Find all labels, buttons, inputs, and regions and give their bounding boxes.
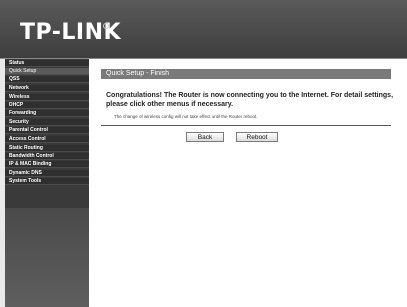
sidebar-filler [5, 208, 89, 307]
sidebar-item-parental-control[interactable]: Parental Control [5, 127, 89, 134]
section-divider [101, 125, 391, 126]
sidebar-item-security[interactable]: Security [5, 119, 89, 126]
sidebar-item-network[interactable]: Network [5, 85, 89, 92]
sidebar-item-dynamic-dns[interactable]: Dynamic DNS [5, 170, 89, 177]
sidebar-item-forwarding[interactable]: Forwarding [5, 110, 89, 117]
congratulations-message: Congratulations! The Router is now conne… [106, 92, 394, 108]
sidebar-item-bandwidth-control[interactable]: Bandwidth Control [5, 153, 89, 160]
sidebar-item-status[interactable]: Status [5, 60, 89, 67]
page-title: Quick Setup - Finish [106, 70, 170, 77]
sidebar-item-wireless[interactable]: Wireless [5, 94, 89, 101]
reboot-button[interactable]: Reboot [236, 132, 278, 142]
sidebar-item-static-routing[interactable]: Static Routing [5, 145, 89, 152]
sidebar-item-dhcp[interactable]: DHCP [5, 102, 89, 109]
sidebar-item-system-tools[interactable]: System Tools [5, 178, 89, 185]
registered-mark-icon [103, 23, 109, 29]
sidebar-item-qss[interactable]: QSS [5, 76, 89, 83]
back-button[interactable]: Back [186, 132, 224, 142]
sidebar-item-ip-mac-binding[interactable]: IP & MAC Binding [5, 161, 89, 168]
sidebar-item-access-control[interactable]: Access Control [5, 136, 89, 143]
reboot-note: The change of wireless config will not t… [114, 114, 258, 119]
header: TP-LINK [0, 0, 407, 58]
sidebar-item-quick-setup[interactable]: Quick Setup [5, 68, 89, 75]
sidebar: Status Quick Setup QSS Network Wireless … [5, 59, 89, 307]
